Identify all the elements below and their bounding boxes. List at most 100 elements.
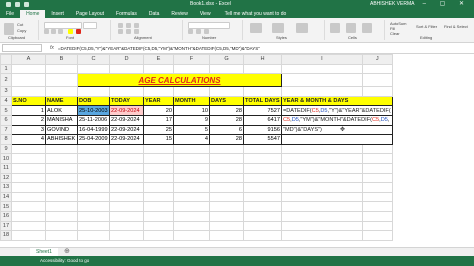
cell[interactable] (45, 73, 78, 88)
cell[interactable] (281, 220, 363, 232)
cell[interactable] (77, 230, 110, 241)
cell[interactable] (361, 182, 393, 193)
cell[interactable] (173, 143, 210, 155)
cell[interactable] (45, 86, 78, 97)
cell[interactable] (45, 63, 78, 75)
row-header[interactable]: 6 (0, 114, 12, 126)
cell-total-days[interactable]: 6417 (243, 114, 282, 126)
cell[interactable] (281, 210, 363, 222)
cell[interactable] (45, 172, 78, 184)
cell[interactable] (11, 86, 46, 97)
cell-today[interactable]: 22-09-2024 (109, 134, 144, 145)
cell[interactable] (173, 182, 210, 193)
align-middle-icon[interactable] (126, 23, 131, 28)
cell[interactable] (173, 172, 210, 184)
cell[interactable] (361, 63, 393, 75)
cell[interactable] (45, 162, 78, 174)
cell[interactable] (361, 162, 393, 174)
font-family-select[interactable] (44, 22, 82, 29)
tab-review[interactable]: Review (165, 10, 193, 18)
cell[interactable] (243, 220, 282, 232)
cell-styles-icon[interactable] (296, 23, 308, 33)
cell[interactable] (243, 143, 282, 155)
cell[interactable] (209, 162, 244, 174)
cell[interactable] (243, 210, 282, 222)
comma-icon[interactable] (204, 29, 209, 34)
column-header-e[interactable]: E (143, 54, 174, 65)
cell-sno[interactable]: 1 (11, 105, 46, 116)
cell[interactable] (243, 86, 282, 97)
cell-sno[interactable]: 3 (11, 124, 46, 136)
cell-today[interactable]: 22-09-2024 (109, 105, 144, 116)
active-cell-editor-line[interactable]: C5,D5,"YM")&"MONTH"&DATEDIF(C5,D5, (281, 114, 393, 126)
column-header-f[interactable]: F (173, 54, 210, 65)
fill-color-icon[interactable] (68, 29, 73, 34)
cell[interactable] (11, 210, 46, 222)
cell-days[interactable]: 28 (209, 134, 244, 145)
cell[interactable] (281, 182, 363, 193)
window-controls[interactable]: – ▢ ✕ (423, 0, 470, 9)
cell-name[interactable]: ABHISHEK (45, 134, 78, 145)
cell[interactable] (361, 143, 393, 155)
cell[interactable] (173, 220, 210, 232)
cell[interactable] (143, 182, 174, 193)
cell[interactable] (11, 73, 46, 88)
cell[interactable] (173, 162, 210, 174)
row-header[interactable]: 8 (0, 134, 12, 145)
cell-year[interactable]: 15 (143, 134, 174, 145)
merge-center-icon[interactable] (134, 29, 139, 34)
cell[interactable] (11, 172, 46, 184)
cell[interactable] (143, 63, 174, 75)
sort-filter-button[interactable]: Sort & Filter (416, 24, 437, 29)
cell[interactable] (109, 86, 144, 97)
cell[interactable] (209, 182, 244, 193)
cell[interactable] (143, 172, 174, 184)
font-size-select[interactable] (83, 22, 97, 29)
cell[interactable] (45, 220, 78, 232)
cell-sno[interactable]: 2 (11, 114, 46, 126)
row-header[interactable]: 3 (0, 86, 12, 97)
cell[interactable] (209, 143, 244, 155)
row-header[interactable]: 18 (0, 230, 12, 241)
header-cell-month[interactable]: MONTH (173, 95, 210, 107)
cell-total-days[interactable]: 9156 (243, 124, 282, 136)
cell[interactable] (173, 86, 210, 97)
fx-icon[interactable]: fx (50, 45, 54, 51)
column-header-c[interactable]: C (77, 54, 110, 65)
tab-view[interactable]: View (194, 10, 217, 18)
cell[interactable] (361, 230, 393, 241)
column-header-a[interactable]: A (11, 54, 46, 65)
cell[interactable] (143, 162, 174, 174)
cell[interactable] (109, 210, 144, 222)
cell[interactable] (109, 162, 144, 174)
cell-year[interactable]: 17 (143, 114, 174, 126)
column-header-h[interactable]: H (243, 54, 282, 65)
conditional-formatting-icon[interactable] (250, 23, 262, 33)
cell-month[interactable]: 5 (173, 124, 210, 136)
cell[interactable] (77, 86, 110, 97)
tab-file[interactable]: File (0, 10, 20, 18)
cell[interactable] (209, 63, 244, 75)
row-header[interactable]: 12 (0, 172, 12, 184)
row-header[interactable]: 13 (0, 182, 12, 193)
cell[interactable] (143, 153, 174, 164)
cell[interactable] (173, 201, 210, 212)
cell[interactable] (11, 63, 46, 75)
cell[interactable] (173, 210, 210, 222)
cell[interactable] (109, 191, 144, 203)
cell-today[interactable]: 22-09-2024 (109, 114, 144, 126)
cell-sno[interactable]: 4 (11, 134, 46, 145)
cell[interactable] (143, 143, 174, 155)
cell[interactable] (45, 143, 78, 155)
cell[interactable] (281, 86, 363, 97)
cell-name[interactable]: ALOK (45, 105, 78, 116)
cell-month[interactable]: 10 (173, 105, 210, 116)
column-header-j[interactable]: J (361, 54, 393, 65)
cell[interactable] (243, 153, 282, 164)
formula-input[interactable]: =DATEDIF(C5,D5,"Y")&"YEAR"&DATEDIF(C5,D5… (58, 46, 260, 51)
cell[interactable] (77, 172, 110, 184)
row-header[interactable]: 9 (0, 143, 12, 155)
percent-icon[interactable] (196, 29, 201, 34)
cell[interactable] (281, 63, 363, 75)
tab-data[interactable]: Data (143, 10, 166, 18)
